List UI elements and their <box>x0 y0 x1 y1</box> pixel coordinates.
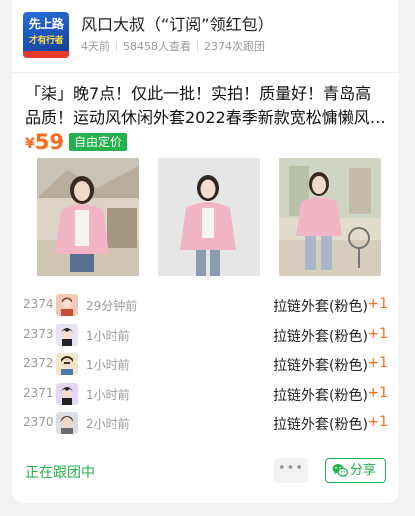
buyer-list: 2374 29分钟前 拉链外套(粉色) +1 2373 1小时前 拉链外套(粉色… <box>23 291 388 439</box>
buyer-qty: +1 <box>367 296 388 312</box>
product-photo-3[interactable] <box>279 158 381 276</box>
buyer-index: 2374 <box>23 297 54 311</box>
avatar <box>56 412 78 434</box>
price-row: ¥59 自由定价 <box>25 130 127 156</box>
buyer-item: 拉链外套(粉色) <box>273 299 368 315</box>
buyer-item: 拉链外套(粉色) <box>273 387 368 404</box>
list-item[interactable]: 2371 1小时前 拉链外套(粉色) +1 <box>23 380 388 410</box>
post-time: 4天前 <box>81 40 110 53</box>
meta-divider <box>197 41 198 51</box>
wechat-icon <box>332 463 349 486</box>
buyer-index: 2373 <box>23 326 54 341</box>
buyer-time: 1小时前 <box>86 387 130 402</box>
header-divider <box>12 72 399 73</box>
currency-symbol: ¥ <box>25 136 35 152</box>
view-count: 58458人查看 <box>123 40 191 53</box>
product-description[interactable]: 「柒」晚7点！仅此一批！实拍！质量好！青岛高品质！运动风休闲外套2022春季新款… <box>25 82 387 130</box>
price-value: 59 <box>34 130 64 154</box>
buyer-time: 1小时前 <box>86 328 130 343</box>
buyer-qty: +1 <box>367 355 388 371</box>
price-tag-badge: 自由定价 <box>68 133 127 151</box>
list-item[interactable]: 2374 29分钟前 拉链外套(粉色) +1 <box>23 291 388 321</box>
shop-logo[interactable]: 先上路 才有行者 <box>23 12 69 58</box>
buyer-index: 2371 <box>23 385 54 400</box>
buyer-qty: +1 <box>367 384 388 401</box>
list-item[interactable]: 2370 2小时前 拉链外套(粉色) +1 <box>23 409 388 439</box>
buyer-index: 2372 <box>23 356 54 370</box>
list-item[interactable]: 2372 1小时前 拉链外套(粉色) +1 <box>23 350 388 380</box>
buyer-item: 拉链外套(粉色) <box>273 417 368 433</box>
post-meta: 4天前 58458人查看 2374次跟团 <box>81 40 265 54</box>
more-button[interactable]: ••• <box>274 458 308 483</box>
product-photo-1[interactable] <box>37 158 139 276</box>
avatar <box>56 382 78 405</box>
buyer-qty: +1 <box>367 414 388 430</box>
avatar <box>56 323 78 346</box>
share-label: 分享 <box>350 463 377 478</box>
buyer-time: 2小时前 <box>86 417 130 431</box>
buyer-item: 拉链外套(粉色) <box>273 358 368 374</box>
follow-count: 2374次跟团 <box>204 40 265 53</box>
more-icon: ••• <box>277 461 304 476</box>
logo-line1: 先上路 <box>28 17 64 31</box>
meta-divider <box>116 41 117 51</box>
logo-stripe <box>23 51 69 58</box>
shop-title[interactable]: 风口大叔（“订阅”领红包） <box>81 15 274 35</box>
list-item[interactable]: 2373 1小时前 拉链外套(粉色) +1 <box>23 321 388 351</box>
avatar <box>56 294 78 316</box>
logo-line2: 才有行者 <box>28 36 64 46</box>
buyer-qty: +1 <box>367 325 388 342</box>
group-buy-card: 先上路 才有行者 风口大叔（“订阅”领红包） 4天前 58458人查看 2374次跟… <box>12 0 399 503</box>
product-photo-2[interactable] <box>158 158 260 276</box>
buyer-time: 29分钟前 <box>86 299 138 313</box>
buyer-index: 2370 <box>23 415 54 429</box>
avatar <box>56 353 78 375</box>
share-button[interactable]: 分享 <box>325 458 386 483</box>
buyer-item: 拉链外套(粉色) <box>273 328 368 345</box>
group-status: 正在跟团中 <box>25 465 95 481</box>
buyer-time: 1小时前 <box>86 358 130 372</box>
post-header[interactable]: 先上路 才有行者 风口大叔（“订阅”领红包） 4天前 58458人查看 2374次跟… <box>23 12 393 60</box>
